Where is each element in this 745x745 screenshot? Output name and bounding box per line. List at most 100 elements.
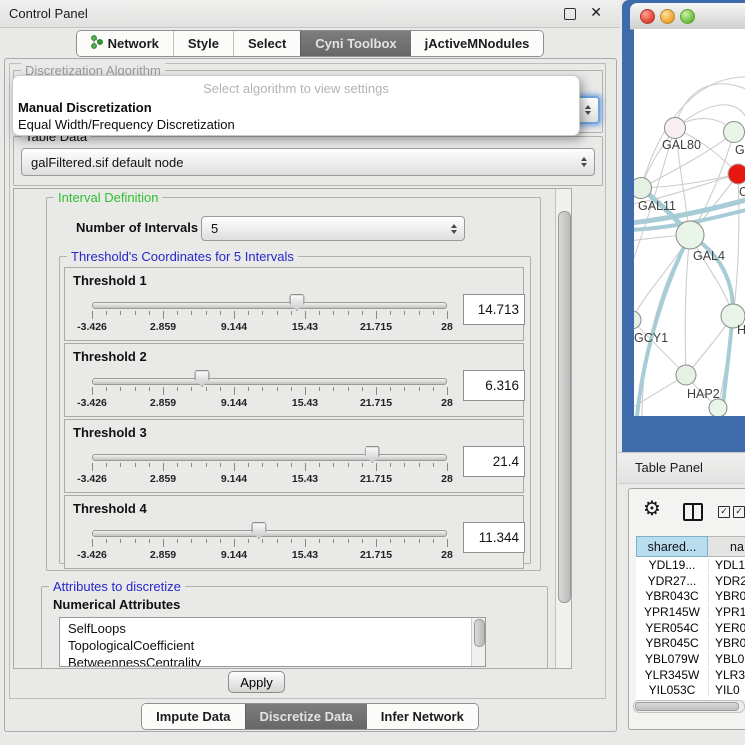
tick-label: 28 (441, 549, 453, 561)
threshold-value-field[interactable]: 21.4 (463, 446, 525, 477)
network-node-hap2[interactable] (676, 365, 696, 385)
algorithm-dropdown-popup: Select algorithm to view settings Manual… (12, 75, 580, 136)
apply-button[interactable]: Apply (228, 671, 285, 693)
slider-track[interactable] (92, 530, 447, 537)
tick-mark (319, 311, 320, 315)
tab-select[interactable]: Select (233, 31, 300, 56)
close-icon[interactable]: ✕ (590, 4, 602, 21)
dropdown-option-manual-discretization[interactable]: Manual Discretization (18, 99, 574, 116)
spinner-icon[interactable] (585, 105, 591, 115)
tick-label: 9.144 (221, 549, 247, 561)
slider-track[interactable] (92, 302, 447, 309)
network-node[interactable] (709, 399, 727, 416)
table-row[interactable]: YPR145WYPR1 (636, 604, 745, 620)
column-header-shared-name[interactable]: shared... (636, 536, 708, 557)
scrollbar-thumb[interactable] (558, 211, 571, 603)
dropdown-placeholder-item[interactable]: Select algorithm to view settings (13, 81, 579, 96)
tick-label: 21.715 (360, 321, 392, 333)
slider-ticks (92, 463, 447, 472)
tick-mark (262, 463, 263, 467)
minimize-traffic-light[interactable] (660, 9, 675, 24)
threshold-label: Threshold 1 (73, 273, 147, 288)
network-node-gcy1[interactable] (634, 311, 641, 329)
network-node-gal11[interactable] (634, 178, 652, 199)
tick-mark (447, 539, 448, 547)
tick-mark (92, 311, 93, 319)
table-row[interactable]: YER054CYER0 (636, 620, 745, 636)
zoom-traffic-light[interactable] (680, 9, 695, 24)
cell-shared-name: YBL079W (636, 652, 709, 666)
tick-mark (206, 387, 207, 391)
tick-mark (419, 387, 420, 391)
scrollbar-thumb[interactable] (635, 702, 739, 711)
tab-jactivemnodules[interactable]: jActiveMNodules (411, 31, 544, 56)
tick-mark (433, 387, 434, 391)
tab-discretize-data[interactable]: Discretize Data (245, 704, 367, 729)
float-window-icon[interactable] (564, 8, 576, 20)
gear-icon[interactable]: ⚙ (643, 496, 661, 520)
list-item-selfloops[interactable]: SelfLoops (60, 620, 485, 637)
tab-label: Infer Network (381, 709, 464, 724)
column-layout-icon[interactable] (683, 503, 703, 521)
tick-mark (433, 539, 434, 543)
slider-track[interactable] (92, 454, 447, 461)
scrollbar-thumb[interactable] (474, 619, 485, 647)
network-edge (642, 235, 690, 416)
table-row[interactable]: YDL19...YDL1 (636, 557, 745, 573)
tick-mark (362, 311, 363, 315)
spinner-icon[interactable] (581, 157, 587, 167)
threshold-slider[interactable]: -3.4262.8599.14415.4321.71528 (92, 294, 447, 338)
tick-mark (404, 387, 405, 391)
threshold-slider[interactable]: -3.4262.8599.14415.4321.71528 (92, 370, 447, 414)
num-intervals-label: Number of Intervals (76, 220, 198, 235)
column-header-name[interactable]: na (708, 536, 745, 557)
checkbox-icon[interactable]: ✓ (718, 506, 730, 518)
tick-label: 15.43 (292, 321, 318, 333)
attributes-scrollbar[interactable] (471, 618, 485, 666)
table-row[interactable]: YBR043CYBR0 (636, 588, 745, 604)
spinner-icon[interactable] (451, 224, 457, 234)
table-row[interactable]: YLR345WYLR3 (636, 667, 745, 683)
slider-track[interactable] (92, 378, 447, 385)
threshold-value-field[interactable]: 14.713 (463, 294, 525, 325)
tick-mark (333, 311, 334, 315)
settings-vertical-scrollbar[interactable] (555, 189, 571, 668)
dropdown-option-equal-width-frequency[interactable]: Equal Width/Frequency Discretization (18, 116, 574, 133)
tab-cyni-toolbox[interactable]: Cyni Toolbox (300, 31, 410, 56)
tick-mark (220, 539, 221, 543)
threshold-slider[interactable]: -3.4262.8599.14415.4321.71528 (92, 522, 447, 566)
network-node-ga[interactable] (724, 122, 745, 143)
cell-shared-name: YBR043C (636, 589, 709, 603)
close-traffic-light[interactable] (640, 9, 655, 24)
tick-mark (234, 311, 235, 319)
threshold-value-field[interactable]: 6.316 (463, 370, 525, 401)
list-item-betweennesscentrality[interactable]: BetweennessCentrality (60, 654, 485, 667)
tick-mark (149, 463, 150, 467)
table-row[interactable]: YDR27...YDR2 (636, 573, 745, 589)
threshold-value-field[interactable]: 11.344 (463, 522, 525, 553)
threshold-label: Threshold 2 (73, 349, 147, 364)
table-horizontal-scrollbar[interactable] (633, 700, 745, 713)
checkbox-icon[interactable]: ✓ (733, 506, 745, 518)
threshold-slider[interactable]: -3.4262.8599.14415.4321.71528 (92, 446, 447, 490)
table-row[interactable]: YBR045CYBR0 (636, 635, 745, 651)
list-item-topologicalcoefficient[interactable]: TopologicalCoefficient (60, 637, 485, 654)
tab-impute-data[interactable]: Impute Data (142, 704, 244, 729)
tick-mark (419, 539, 420, 543)
tab-infer-network[interactable]: Infer Network (367, 704, 478, 729)
network-canvas[interactable]: GAL80GACGAL11GAL4GCY1HHAP2 (634, 29, 745, 416)
cell-name: YLR3 (709, 668, 745, 682)
num-intervals-combobox[interactable]: 5 (201, 216, 465, 241)
tick-mark (319, 539, 320, 543)
network-node-gal80[interactable] (665, 118, 686, 139)
table-row[interactable]: YIL053CYIL0 (636, 683, 745, 699)
network-node-c[interactable] (728, 164, 745, 184)
tab-style[interactable]: Style (173, 31, 233, 56)
table-row[interactable]: YBL079WYBL0 (636, 651, 745, 667)
num-intervals-value: 5 (211, 217, 218, 240)
network-node-gal4[interactable] (676, 221, 704, 249)
tick-label: 2.859 (150, 549, 176, 561)
tick-label: 21.715 (360, 549, 392, 561)
tab-network[interactable]: Network (77, 31, 173, 56)
table-data-combobox[interactable]: galFiltered.sif default node (21, 148, 595, 176)
